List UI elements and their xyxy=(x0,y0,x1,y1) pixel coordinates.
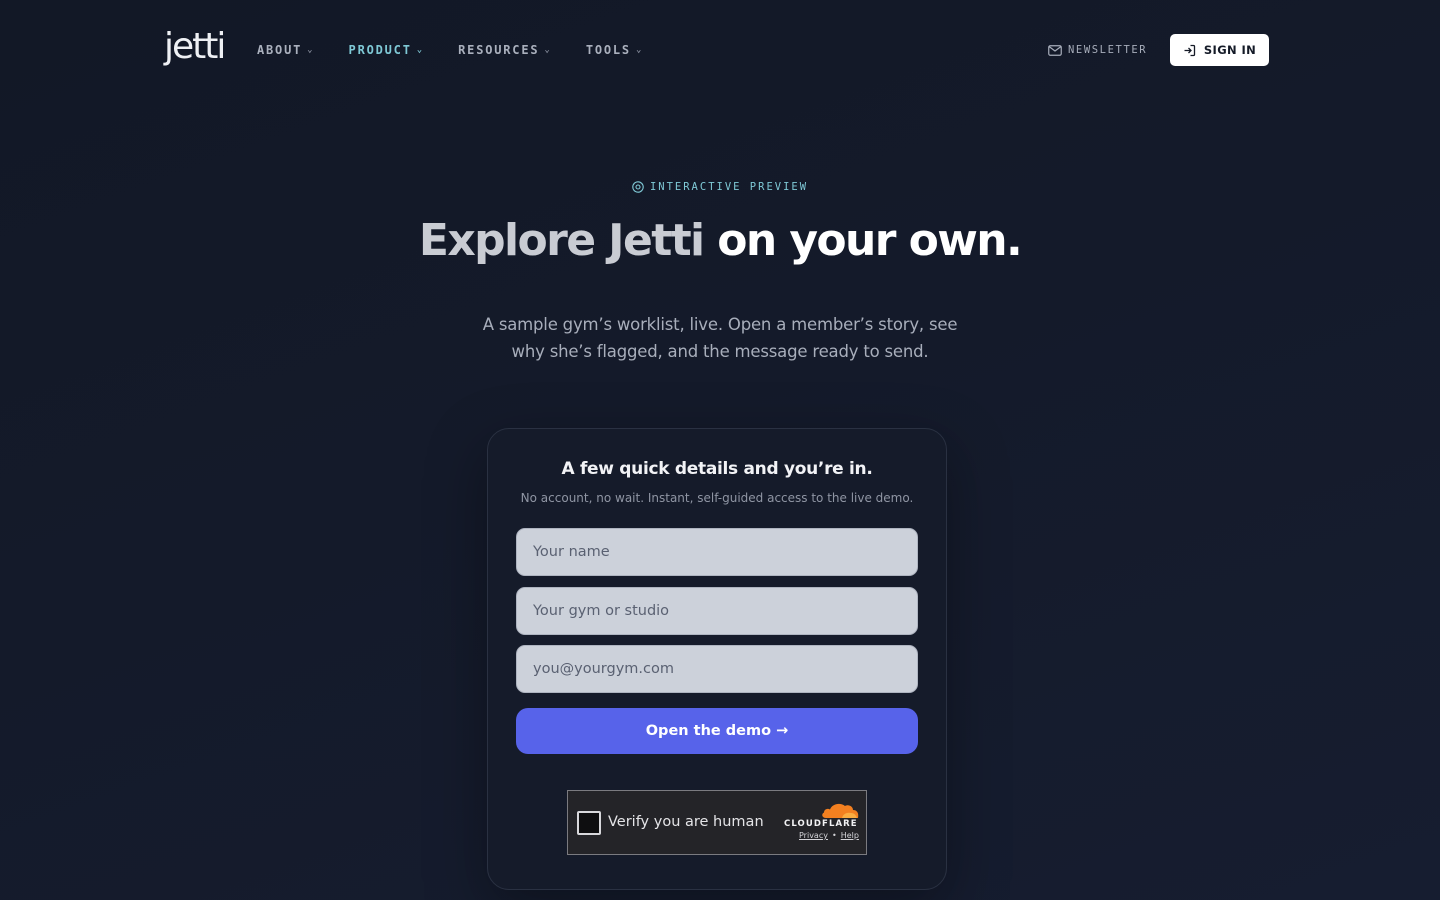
play-circle-icon xyxy=(632,181,644,193)
site-header: jetti ABOUT ⌄ PRODUCT ⌄ RESOURCES ⌄ TOOL… xyxy=(0,0,1440,100)
chevron-down-icon: ⌄ xyxy=(544,45,550,55)
sign-in-label: SIGN IN xyxy=(1203,43,1257,57)
captcha-links: Privacy • Help xyxy=(799,831,859,840)
help-link[interactable]: Help xyxy=(841,831,859,840)
privacy-link[interactable]: Privacy xyxy=(799,831,828,840)
nav-item-about[interactable]: ABOUT ⌄ xyxy=(257,40,313,60)
nav-item-tools[interactable]: TOOLS ⌄ xyxy=(586,40,642,60)
link-separator: • xyxy=(831,831,837,840)
cloudflare-brand: CLOUDFLARE xyxy=(784,819,858,829)
chevron-down-icon: ⌄ xyxy=(635,45,642,55)
chevron-down-icon: ⌄ xyxy=(307,45,313,55)
mail-icon xyxy=(1048,44,1062,56)
main-nav: ABOUT ⌄ PRODUCT ⌄ RESOURCES ⌄ TOOLS ⌄ xyxy=(257,40,677,60)
chevron-down-icon: ⌄ xyxy=(416,45,423,55)
eyebrow: INTERACTIVE PREVIEW xyxy=(0,181,1440,193)
nav-item-label: RESOURCES xyxy=(458,43,540,57)
email-input[interactable] xyxy=(516,645,918,693)
nav-item-resources[interactable]: RESOURCES ⌄ xyxy=(458,40,550,60)
cloudflare-captcha: Verify you are human CLOUDFLARE Privacy … xyxy=(567,790,867,855)
open-demo-button[interactable]: Open the demo → xyxy=(516,708,918,754)
page-title: Explore Jetti on your own. xyxy=(0,212,1440,270)
form-title: A few quick details and you’re in. xyxy=(561,459,873,479)
headline-bright: on your own. xyxy=(717,215,1022,266)
captcha-checkbox[interactable] xyxy=(577,811,601,835)
eyebrow-label: INTERACTIVE PREVIEW xyxy=(649,181,809,193)
nav-item-label: PRODUCT xyxy=(348,43,412,57)
captcha-label: Verify you are human xyxy=(608,814,764,830)
headline-muted: Explore Jetti xyxy=(418,215,705,266)
nav-item-label: ABOUT xyxy=(257,43,303,57)
sign-in-arrow-icon xyxy=(1184,44,1195,56)
newsletter-label: NEWSLETTER xyxy=(1068,44,1148,56)
form-subtitle: No account, no wait. Instant, self-guide… xyxy=(520,491,914,505)
cloudflare-cloud-icon xyxy=(822,803,859,818)
nav-item-label: TOOLS xyxy=(585,43,631,57)
demo-signup-card: A few quick details and you’re in. No ac… xyxy=(487,428,947,890)
nav-item-product[interactable]: PRODUCT ⌄ xyxy=(349,40,423,60)
gym-input[interactable] xyxy=(516,587,918,635)
jetti-logo[interactable]: jetti xyxy=(164,26,226,68)
hero-subtext: A sample gym’s worklist, live. Open a me… xyxy=(482,315,958,361)
sign-in-button[interactable]: SIGN IN xyxy=(1170,34,1269,66)
name-input[interactable] xyxy=(516,528,918,576)
newsletter-link[interactable]: NEWSLETTER xyxy=(1048,40,1147,60)
